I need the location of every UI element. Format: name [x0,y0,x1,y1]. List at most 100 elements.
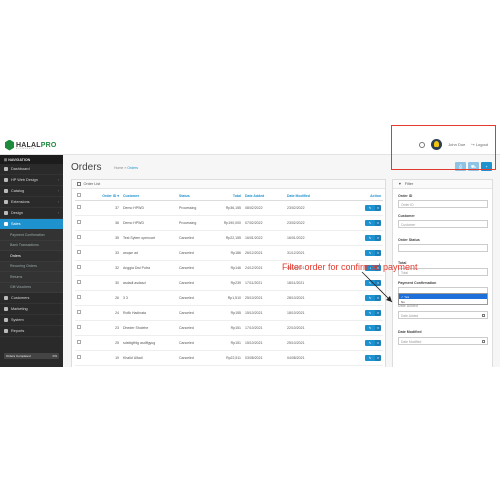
sidebar-subitem-bank-transactions[interactable]: Bank Transactions [0,240,63,251]
annotation-label: Filter order for confirmed payment [282,262,418,272]
cell-date-modified: 23/02/2022 [285,200,335,216]
row-actions: ✎ ▾ [335,230,383,246]
row-checkbox[interactable] [77,220,81,224]
filter-date-added-input[interactable]: Date Added [398,311,488,319]
sidebar-subitem-recurring-orders[interactable]: Recurring Orders [0,261,63,272]
sidebar-item-sales[interactable]: Sales › [0,219,63,230]
view-order-button[interactable]: ✎ [365,204,375,211]
order-actions-dropdown[interactable]: ▾ [375,309,381,316]
row-checkbox[interactable] [77,265,81,269]
cell-order-id: 24 [85,305,121,321]
row-checkbox[interactable] [77,235,81,239]
view-order-button[interactable]: ✎ [365,339,375,346]
main-content: Orders Home » Orders ⎙ ⛟ + Order List Or… [63,155,500,367]
table-row[interactable]: 19 Khalid Ulfadi Canceled Rp22,511 03/08/202… [75,350,383,366]
row-checkbox[interactable] [77,280,81,284]
cart-icon [4,222,8,226]
calendar-icon[interactable] [482,314,485,317]
sidebar-item-marketing[interactable]: Marketing [0,304,63,315]
sidebar-subitem-payment-confirmation[interactable]: Payment Confirmation [0,230,63,241]
table-row[interactable]: 23 Dheder Sholehe Canceled Rp151 17/10/2021 2… [75,320,383,336]
sidebar-item-design[interactable]: Design › [0,208,63,219]
filter-customer-label: Customer [398,214,415,218]
col-customer[interactable]: Customer [121,192,177,201]
order-actions-dropdown[interactable]: ▾ [375,249,381,256]
view-order-button[interactable]: ✎ [365,354,375,361]
cell-total: Rp155 [215,305,243,321]
sidebar-item-label: Marketing [11,307,28,311]
view-order-button[interactable]: ✎ [365,219,375,226]
table-row[interactable]: 26 3 3 Canceled Rp1,510 25/10/2021 28/10/2021… [75,290,383,306]
row-checkbox[interactable] [77,205,81,209]
cell-date-added: 03/08/2021 [243,350,285,366]
table-row[interactable]: 35 Test Sytem opencart Canceled Rp22,155 16/… [75,230,383,246]
table-row[interactable]: 36 Demo HPWD Processing Rp190,000 07/02/2022… [75,215,383,231]
row-checkbox[interactable] [77,340,81,344]
sidebar-item-reports[interactable]: Reports [0,326,63,337]
order-actions-dropdown[interactable]: ▾ [375,354,381,361]
filter-date-modified-input[interactable]: Date Modified [398,337,488,345]
row-checkbox[interactable] [77,295,81,299]
view-order-button[interactable]: ✎ [365,294,375,301]
row-checkbox[interactable] [77,355,81,359]
table-row[interactable]: 37 Demo HPWD Processing Rp36,155 08/02/2022 2… [75,200,383,216]
sidebar-item-system[interactable]: System [0,315,63,326]
sidebar-item-catalog[interactable]: Catalog › [0,186,63,197]
calendar-icon[interactable] [482,340,485,343]
sidebar-subitem-orders[interactable]: Orders [0,251,63,262]
breadcrumb-orders[interactable]: Orders [127,166,138,170]
cell-total: Rp146 [215,260,243,276]
filter-date-added-label: Date Added [398,304,418,308]
cell-total: Rp239 [215,275,243,291]
breadcrumb-home[interactable]: Home [114,166,123,170]
sidebar-item-label: Dashboard [11,167,30,171]
table-row[interactable]: 24 Rofik Hadinata Canceled Rp155 15/10/2021 1… [75,305,383,321]
table-row[interactable]: 30 asdadl asdasd Canceled Rp239 17/11/2021 18… [75,275,383,291]
row-checkbox[interactable] [77,325,81,329]
row-checkbox[interactable] [77,250,81,254]
cell-order-id: 25 [85,335,121,351]
sidebar-item-label: HP Web Design [11,178,38,182]
sidebar-item-dashboard[interactable]: Dashboard [0,164,63,175]
table-row[interactable]: 33 woqse ad Canceled Rp186 26/12/2021 31/12/2… [75,245,383,261]
col-status[interactable]: Status [177,192,215,201]
cell-total: Rp151 [215,320,243,336]
sidebar-item-hp-web-design[interactable]: HP Web Design › [0,175,63,186]
select-all-checkbox[interactable] [77,193,81,198]
order-actions-dropdown[interactable]: ▾ [375,324,381,331]
view-order-button[interactable]: ✎ [365,279,375,286]
view-order-button[interactable]: ✎ [365,249,375,256]
cell-date-added: 08/02/2022 [243,200,285,216]
sidebar-item-extensions[interactable]: Extensions › [0,197,63,208]
table-row[interactable]: 25 sdsfdgffdg asdffgyug Canceled Rp151 15/10… [75,335,383,351]
col-order-id[interactable]: Order ID ▾ [85,192,121,201]
col-date-added[interactable]: Date Added [243,192,285,201]
view-order-button[interactable]: ✎ [365,324,375,331]
cell-total: Rp186 [215,245,243,261]
order-actions-dropdown[interactable]: ▾ [375,339,381,346]
order-actions-dropdown[interactable]: ▾ [375,279,381,286]
col-date-modified[interactable]: Date Modified [285,192,335,201]
sidebar-item-customers[interactable]: Customers [0,293,63,304]
order-actions-dropdown[interactable]: ▾ [375,204,381,211]
order-actions-dropdown[interactable]: ▾ [375,294,381,301]
row-actions: ✎ ▾ [335,215,383,231]
cell-total: Rp190,000 [215,215,243,231]
cell-status: Canceled [177,230,215,246]
order-actions-dropdown[interactable]: ▾ [375,234,381,241]
cell-order-id: 37 [85,200,121,216]
filter-status-select[interactable] [398,244,488,252]
sidebar-subitem-gift-vouchers[interactable]: Gift Vouchers [0,282,63,293]
filter-order-id-input[interactable]: Order ID [398,200,488,208]
order-list-header: Order List [72,180,385,189]
row-select-cell [75,200,85,216]
view-order-button[interactable]: ✎ [365,234,375,241]
row-checkbox[interactable] [77,310,81,314]
col-total[interactable]: Total [215,192,243,201]
order-actions-dropdown[interactable]: ▾ [375,219,381,226]
brand-logo[interactable]: HALALPRO ECOMMERCE [5,139,57,151]
view-order-button[interactable]: ✎ [365,309,375,316]
filter-customer-input[interactable]: Customer [398,220,488,228]
filter-payment-label: Payment Confirmation [398,281,437,285]
sidebar-subitem-returns[interactable]: Returns [0,272,63,283]
